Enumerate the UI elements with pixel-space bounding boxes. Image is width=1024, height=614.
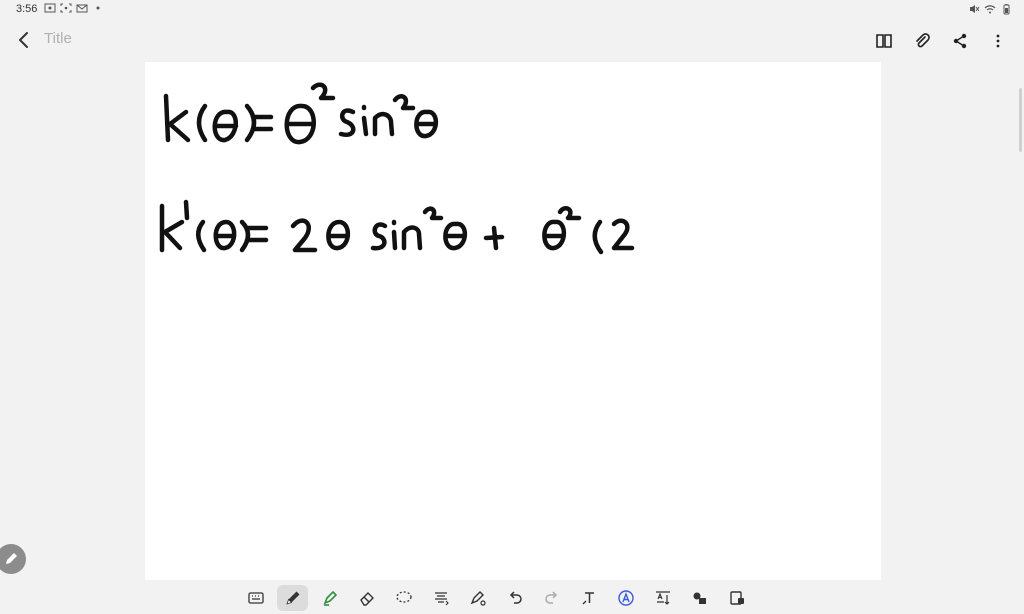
text-tool-button[interactable] [573,585,604,611]
notification-dot-icon [96,6,100,10]
text-style-icon [617,590,634,606]
title-input[interactable]: Title [44,30,72,47]
more-options-button[interactable] [984,28,1012,54]
undo-button[interactable] [499,585,530,611]
status-bar: 3:56 [0,0,1024,20]
ink-line-1 [163,82,439,145]
shape-pen-tool-button[interactable] [462,585,493,611]
screen-record-icon [44,3,56,13]
shapes-icon [693,592,706,604]
ink-line-2 [159,199,635,255]
mute-icon [970,5,980,13]
status-left-icons [44,2,104,14]
share-icon [953,33,967,49]
share-button[interactable] [946,28,974,54]
shape-pen-icon [470,591,486,606]
lock-icon [729,591,744,605]
lasso-tool-button[interactable] [388,585,419,611]
lasso-icon [395,591,412,603]
keyboard-button[interactable] [240,585,271,611]
drawing-toolbar [240,584,752,612]
battery-icon [1003,4,1010,15]
note-canvas[interactable] [145,62,881,580]
text-align-tool-button[interactable] [425,585,456,611]
eraser-tool-button[interactable] [351,585,382,611]
app-bar: Title [0,22,1024,60]
undo-icon [509,591,522,604]
redo-button[interactable] [536,585,567,611]
status-right-icons [968,3,1012,15]
pen-icon [285,591,299,605]
top-actions [870,28,1012,54]
insert-text-icon [655,591,670,605]
shapes-tool-button[interactable] [684,585,715,611]
keyboard-icon [247,592,264,604]
more-vertical-icon [996,34,1000,48]
highlighter-icon [323,590,337,606]
redo-icon [544,591,557,604]
pen-tool-button[interactable] [277,585,308,611]
eraser-icon [359,592,374,606]
mail-icon [76,4,88,13]
floating-pen-button[interactable] [0,544,26,574]
attach-button[interactable] [908,28,936,54]
lock-tool-button[interactable] [721,585,752,611]
back-arrow-icon [19,32,28,48]
text-icon [582,592,594,605]
wifi-icon [984,5,996,14]
highlighter-tool-button[interactable] [314,585,345,611]
text-style-tool-button[interactable] [610,585,641,611]
paperclip-icon [916,33,930,48]
screenshot-icon [60,3,72,13]
book-view-button[interactable] [870,28,898,54]
text-align-icon [434,592,449,606]
page-scroll-handle[interactable] [1019,88,1022,152]
insert-text-tool-button[interactable] [647,585,678,611]
pen-icon [6,553,17,564]
status-time: 3:56 [16,3,38,15]
book-icon [876,34,892,48]
back-button[interactable] [12,28,36,52]
handwriting-ink [159,82,635,255]
